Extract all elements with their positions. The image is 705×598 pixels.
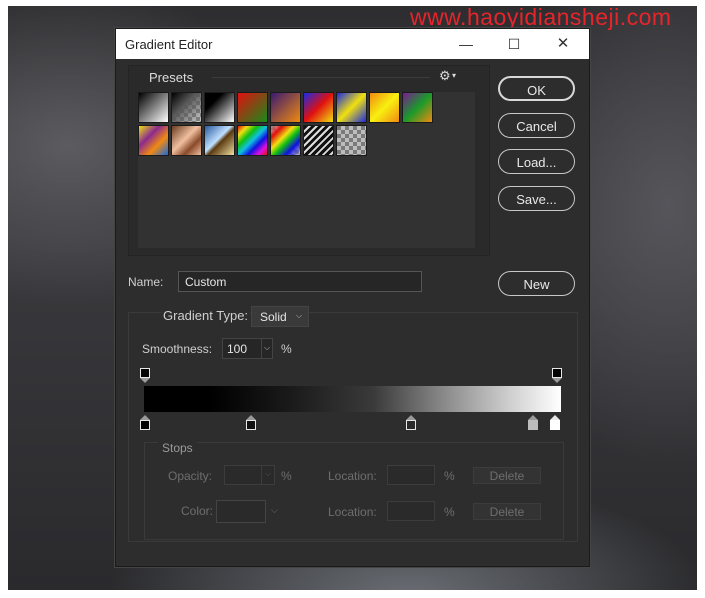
gear-menu-chevron-icon[interactable]: ▾ — [452, 71, 456, 80]
opacity-location-field[interactable] — [387, 465, 435, 485]
smoothness-value: 100 — [227, 342, 248, 356]
color-delete-button[interactable]: Delete — [473, 503, 541, 520]
preset-swatch-10[interactable] — [138, 125, 169, 156]
gear-icon[interactable]: ⚙ — [439, 68, 451, 84]
preset-swatch-14[interactable] — [270, 125, 301, 156]
presets-label: Presets — [149, 70, 194, 85]
color-stop-4[interactable] — [528, 415, 538, 430]
window-title: Gradient Editor — [125, 37, 213, 52]
opacity-unit: % — [281, 469, 292, 483]
preset-swatch-3[interactable] — [204, 92, 235, 123]
preset-swatch-6[interactable] — [303, 92, 334, 123]
presets-divider — [212, 77, 430, 78]
name-field[interactable]: Custom — [178, 271, 422, 292]
color-location-field[interactable] — [387, 501, 435, 521]
minimize-icon[interactable]: — — [455, 34, 477, 54]
preset-swatch-16[interactable] — [336, 125, 367, 156]
preset-swatch-1[interactable] — [138, 92, 169, 123]
preset-swatch-4[interactable] — [237, 92, 268, 123]
gradient-type-select[interactable]: Solid ⌵ — [251, 306, 309, 327]
color-stop-2[interactable] — [246, 415, 256, 430]
stops-group — [144, 442, 564, 540]
maximize-icon[interactable]: ☐ — [503, 34, 525, 54]
preset-swatch-15[interactable] — [303, 125, 334, 156]
chevron-down-icon: ⌵ — [265, 469, 272, 478]
color-location-unit: % — [444, 505, 455, 519]
close-icon[interactable]: ✕ — [552, 34, 574, 54]
opacity-location-label: Location: — [328, 469, 377, 483]
gradient-type-label: Gradient Type: — [161, 308, 251, 323]
cancel-button[interactable]: Cancel — [498, 113, 575, 138]
name-label: Name: — [128, 275, 164, 289]
opacity-location-unit: % — [444, 469, 455, 483]
opacity-stop-right[interactable] — [552, 368, 562, 383]
smoothness-unit: % — [281, 342, 292, 356]
load-button[interactable]: Load... — [498, 149, 575, 174]
watermark-text: www.haoyidiansheji.com — [410, 4, 672, 30]
preset-swatch-9[interactable] — [402, 92, 433, 123]
color-label: Color: — [181, 504, 214, 518]
smoothness-field[interactable]: 100 ⌵ — [222, 338, 273, 359]
preset-swatch-2[interactable] — [171, 92, 202, 123]
preset-swatch-7[interactable] — [336, 92, 367, 123]
new-button[interactable]: New — [498, 271, 575, 296]
opacity-delete-button[interactable]: Delete — [473, 467, 541, 484]
color-swatch-chevron-icon: ⌵ — [271, 505, 278, 515]
ok-button[interactable]: OK — [498, 76, 575, 101]
preset-swatch-12[interactable] — [204, 125, 235, 156]
color-stop-5[interactable] — [550, 415, 560, 430]
opacity-field[interactable]: ⌵ — [224, 465, 275, 485]
smoothness-label: Smoothness: — [142, 342, 213, 356]
opacity-stop-left[interactable] — [140, 368, 150, 383]
color-stop-1[interactable] — [140, 415, 150, 430]
chevron-down-icon[interactable]: ⌵ — [264, 343, 270, 353]
gradient-editor-dialog: Gradient Editor — ☐ ✕ Presets ⚙ ▾ OK Can… — [115, 28, 590, 567]
preset-swatch-5[interactable] — [270, 92, 301, 123]
opacity-label: Opacity: — [168, 469, 213, 483]
stops-label: Stops — [158, 441, 197, 455]
preset-swatch-11[interactable] — [171, 125, 202, 156]
preset-swatch-8[interactable] — [369, 92, 400, 123]
gradient-preview-bar[interactable] — [144, 386, 561, 412]
title-bar: Gradient Editor — ☐ ✕ — [116, 29, 589, 59]
chevron-down-icon: ⌵ — [296, 311, 303, 320]
save-button[interactable]: Save... — [498, 186, 575, 211]
gradient-type-value: Solid — [260, 310, 287, 324]
color-swatch-field[interactable] — [216, 500, 266, 523]
preset-swatch-13[interactable] — [237, 125, 268, 156]
color-location-label: Location: — [328, 505, 377, 519]
color-stop-3[interactable] — [406, 415, 416, 430]
preset-swatch-grid — [138, 92, 475, 248]
